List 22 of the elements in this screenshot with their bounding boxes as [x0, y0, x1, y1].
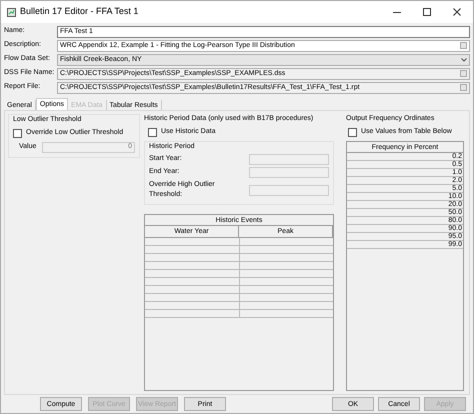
input-field[interactable] [249, 166, 329, 178]
table-row[interactable] [145, 246, 333, 254]
chevron-down-icon [461, 58, 467, 62]
maximize-icon[interactable] [423, 8, 431, 16]
close-icon[interactable] [453, 8, 461, 16]
checkbox[interactable] [348, 128, 357, 137]
table-row[interactable] [145, 238, 333, 246]
browse-button[interactable] [460, 42, 467, 49]
app-icon [7, 8, 16, 16]
table-row[interactable] [145, 262, 333, 270]
input-field[interactable] [249, 184, 329, 196]
table-row[interactable] [145, 302, 333, 310]
checkbox[interactable] [148, 128, 157, 137]
table-row[interactable] [145, 270, 333, 278]
table-row[interactable] [145, 286, 333, 294]
input-field[interactable] [249, 154, 329, 164]
table-row[interactable] [145, 294, 333, 302]
checkbox[interactable] [13, 128, 22, 138]
table-row[interactable] [145, 278, 333, 286]
table-row[interactable] [145, 310, 333, 318]
window-title: Bulletin 17 Editor - FFA Test 1 [20, 5, 138, 18]
table-row[interactable] [145, 254, 333, 262]
